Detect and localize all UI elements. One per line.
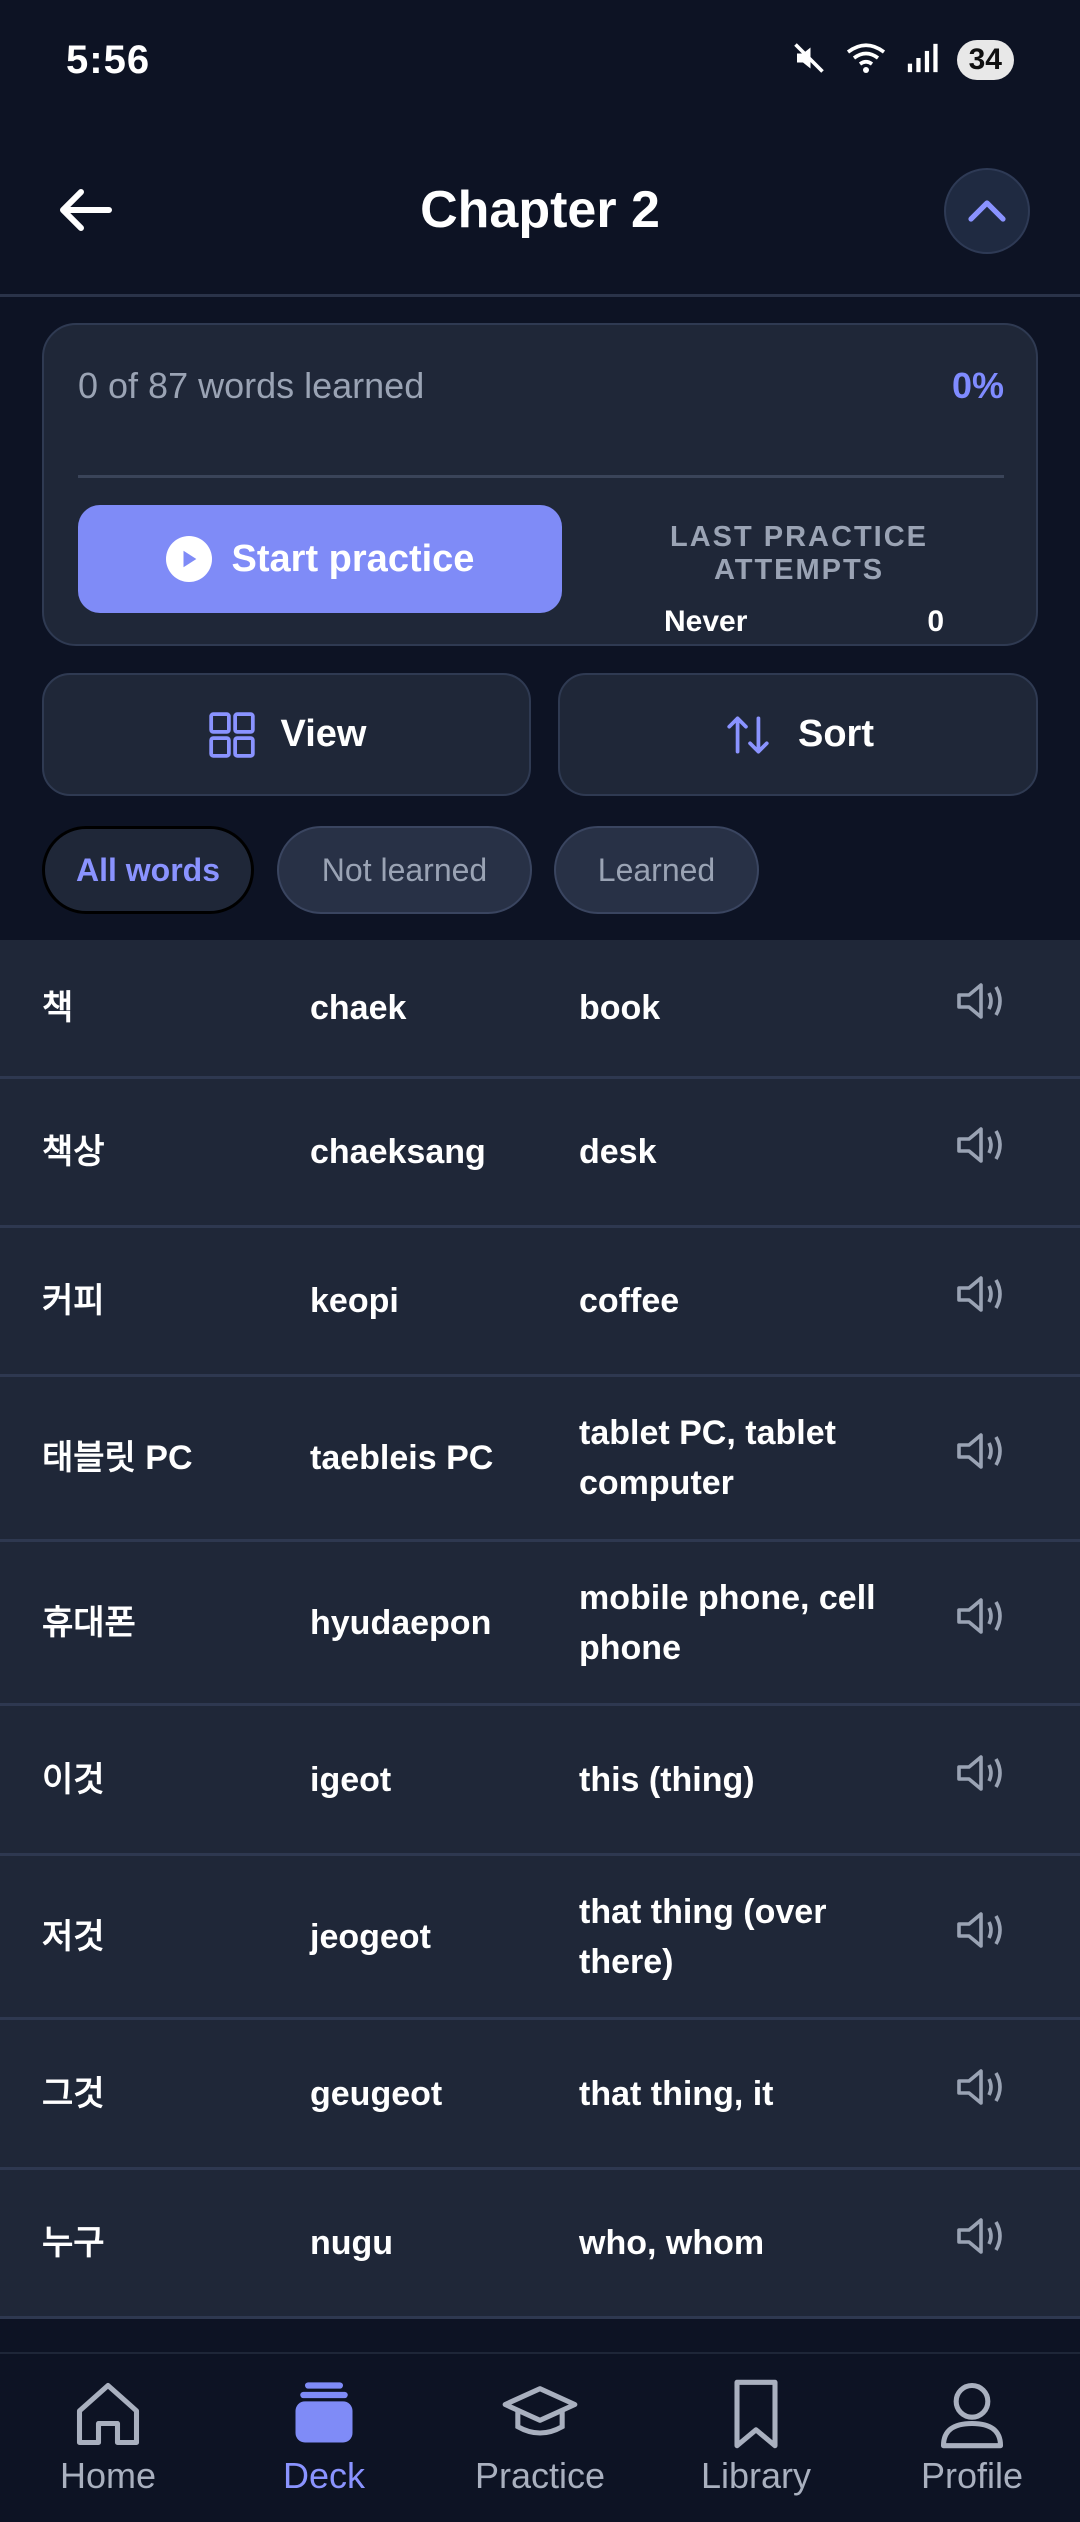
korean-word: 커피 [42, 1282, 105, 1320]
last-practice-info: LAST PRACTICE ATTEMPTS Never 0 [584, 521, 1014, 639]
english-translation: desk [579, 1133, 657, 1171]
romanization: igeot [310, 1760, 392, 1799]
english-translation: who, whom [579, 2224, 765, 2262]
korean-word: 저것 [42, 1917, 105, 1956]
start-practice-label: Start practice [231, 537, 475, 580]
korean-word: 휴대폰 [42, 1603, 136, 1642]
filter-chip-not-learned[interactable]: Not learned [277, 826, 532, 914]
romanization: chaeksang [310, 1133, 486, 1171]
speaker-icon[interactable] [955, 1751, 1007, 1809]
status-icons: 34 [791, 40, 1014, 81]
korean-word: 이것 [42, 1760, 105, 1799]
english-translation: tablet PC, tablet computer [579, 1414, 836, 1502]
filter-chip-learned[interactable]: Learned [554, 826, 759, 914]
header-divider [0, 294, 1080, 297]
romanization: geugeot [310, 2074, 443, 2113]
card-divider [78, 475, 1004, 478]
romanization: nugu [310, 2224, 394, 2262]
romanization: keopi [310, 1282, 399, 1320]
last-practice-values: Never 0 [584, 605, 1014, 639]
sort-label: Sort [798, 713, 874, 755]
romanization: taebleis PC [310, 1439, 494, 1477]
mute-icon [791, 40, 827, 81]
word-row[interactable]: 책 chaek book [0, 940, 1080, 1079]
user-icon [940, 2382, 1004, 2449]
graduation-cap-icon [502, 2386, 578, 2436]
deck-icon [295, 2382, 353, 2443]
korean-word: 누구 [42, 2224, 105, 2262]
back-button[interactable] [50, 178, 120, 242]
view-label: View [280, 713, 367, 755]
nav-deck-label: Deck [282, 2455, 366, 2496]
english-translation: that thing, it [579, 2074, 774, 2113]
nav-library-label: Library [700, 2455, 812, 2496]
word-row[interactable]: 휴대폰 hyudaepon mobile phone, cell phone [0, 1542, 1080, 1706]
speaker-icon[interactable] [955, 1123, 1007, 1181]
words-learned-text: 0 of 87 words learned [78, 365, 425, 406]
home-icon [76, 2382, 140, 2446]
play-icon [165, 536, 212, 582]
speaker-icon[interactable] [955, 2065, 1007, 2123]
english-translation: coffee [579, 1282, 680, 1320]
signal-icon [905, 41, 939, 80]
word-row[interactable]: 누구 nugu who, whom [0, 2170, 1080, 2319]
korean-word: 책상 [42, 1133, 105, 1171]
english-translation: that thing (over there) [579, 1892, 827, 1981]
nav-practice-label: Practice [474, 2455, 606, 2496]
romanization: jeogeot [310, 1917, 431, 1956]
speaker-icon[interactable] [955, 1908, 1007, 1966]
romanization: hyudaepon [310, 1603, 492, 1642]
word-list: 책 chaek book 책상 chaeksang desk 커피 keopi … [0, 940, 1080, 2319]
nav-home[interactable]: Home [8, 2379, 208, 2497]
speaker-icon[interactable] [955, 1272, 1007, 1330]
nav-home-label: Home [59, 2455, 157, 2496]
status-bar: 5:56 34 [0, 0, 1080, 120]
english-translation: mobile phone, cell phone [579, 1578, 876, 1667]
english-translation: this (thing) [579, 1760, 755, 1799]
page-title: Chapter 2 [420, 181, 660, 239]
word-row[interactable]: 이것 igeot this (thing) [0, 1706, 1080, 1856]
start-practice-button[interactable]: Start practice [78, 505, 562, 613]
english-translation: book [579, 989, 661, 1027]
bookmark-icon [734, 2379, 778, 2449]
speaker-icon[interactable] [955, 1429, 1007, 1487]
bottom-nav: Home Deck Practice Library Profile [0, 2352, 1080, 2522]
word-row[interactable]: 태블릿 PC taebleis PC tablet PC, tablet com… [0, 1377, 1080, 1542]
nav-practice[interactable]: Practice [440, 2379, 640, 2497]
grid-view-icon [208, 711, 255, 758]
word-row[interactable]: 커피 keopi coffee [0, 1228, 1080, 1377]
progress-card: 0 of 87 words learned 0% Start practice … [42, 323, 1038, 646]
nav-profile-label: Profile [920, 2455, 1024, 2496]
battery-icon: 34 [956, 40, 1014, 80]
last-practice-value: Never [664, 605, 748, 638]
speaker-icon[interactable] [955, 1594, 1007, 1652]
last-practice-title: LAST PRACTICE ATTEMPTS [670, 521, 928, 586]
view-button[interactable]: View [42, 673, 531, 796]
speaker-icon[interactable] [955, 979, 1007, 1037]
nav-profile[interactable]: Profile [872, 2379, 1072, 2497]
korean-word: 책 [42, 989, 74, 1027]
word-row[interactable]: 저것 jeogeot that thing (over there) [0, 1856, 1080, 2020]
top-app-bar: Chapter 2 [0, 150, 1080, 270]
speaker-icon[interactable] [955, 2214, 1007, 2272]
attempts-count: 0 [927, 605, 944, 638]
nav-deck[interactable]: Deck [224, 2379, 424, 2497]
collapse-button[interactable] [944, 168, 1030, 254]
korean-word: 태블릿 PC [42, 1439, 193, 1477]
nav-library[interactable]: Library [656, 2379, 856, 2497]
word-row[interactable]: 책상 chaeksang desk [0, 1079, 1080, 1228]
wifi-icon [845, 40, 887, 81]
status-time: 5:56 [66, 37, 151, 82]
progress-percent: 0% [951, 365, 1004, 406]
romanization: chaek [310, 989, 407, 1027]
word-row[interactable]: 그것 geugeot that thing, it [0, 2020, 1080, 2170]
korean-word: 그것 [42, 2074, 105, 2113]
filter-chip-all-words[interactable]: All words [42, 826, 254, 914]
sort-icon [727, 715, 769, 754]
arrow-left-icon [60, 189, 112, 231]
sort-button[interactable]: Sort [558, 673, 1038, 796]
chevron-up-icon [968, 200, 1006, 222]
